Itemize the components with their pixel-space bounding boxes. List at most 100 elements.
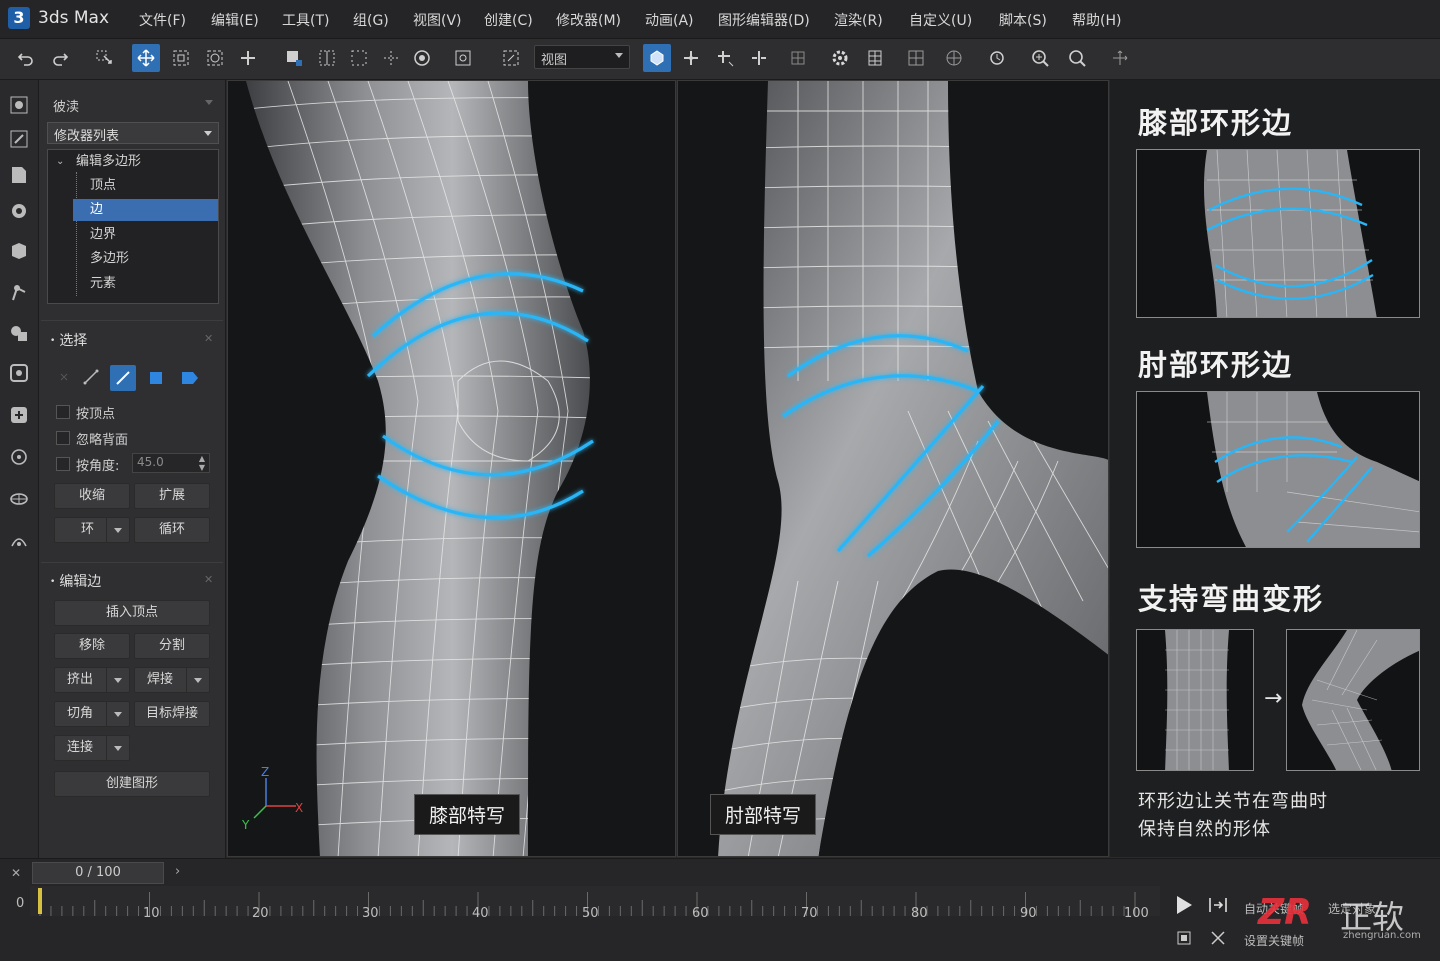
menu-group[interactable]: 组(G) bbox=[353, 10, 389, 30]
stack-item-polygon[interactable]: 多边形 bbox=[48, 248, 218, 270]
menu-edit[interactable]: 编辑(E) bbox=[211, 10, 259, 30]
bridge-button[interactable]: 连接 bbox=[54, 735, 130, 761]
grow-button[interactable]: 扩展 bbox=[134, 483, 210, 509]
chevron-down-icon[interactable] bbox=[106, 518, 129, 542]
chamfer-button[interactable]: 切角 bbox=[54, 701, 130, 727]
play-icon[interactable] bbox=[1174, 894, 1194, 916]
menu-rendering[interactable]: 渲染(R) bbox=[834, 10, 883, 30]
menu-scripting[interactable]: 脚本(S) bbox=[999, 10, 1047, 30]
menu-tools[interactable]: 工具(T) bbox=[282, 10, 329, 30]
object-name-field[interactable]: 彼渎 bbox=[45, 94, 219, 116]
space-warps-icon[interactable] bbox=[8, 488, 30, 510]
edge-mode-active-button[interactable] bbox=[110, 365, 136, 391]
insert-vertex-button[interactable]: 插入顶点 bbox=[54, 600, 210, 626]
stack-item-edge[interactable]: 边 bbox=[73, 199, 218, 221]
target-weld-button[interactable]: 目标焊接 bbox=[134, 701, 210, 727]
render-setup-icon[interactable] bbox=[983, 44, 1011, 72]
extrude-button[interactable]: 挤出 bbox=[54, 667, 130, 693]
spinner-arrows-icon[interactable]: ▲ ▼ bbox=[199, 454, 205, 472]
align-icon[interactable] bbox=[345, 44, 373, 72]
hierarchy-panel-icon[interactable] bbox=[8, 164, 30, 186]
go-to-end-icon[interactable] bbox=[1208, 896, 1228, 914]
select-region-icon[interactable] bbox=[167, 44, 195, 72]
key-mode-icon[interactable] bbox=[1210, 930, 1226, 946]
key-filter-icon[interactable] bbox=[1176, 930, 1192, 946]
select-scale-icon[interactable] bbox=[234, 44, 262, 72]
chevron-down-icon[interactable] bbox=[106, 736, 129, 760]
time-slider[interactable]: 0 / 100 bbox=[32, 862, 164, 884]
angle-snap-icon[interactable] bbox=[408, 44, 436, 72]
menu-help[interactable]: 帮助(H) bbox=[1072, 10, 1121, 30]
ring-button[interactable]: 环 bbox=[54, 517, 130, 543]
named-selection-icon[interactable] bbox=[280, 44, 308, 72]
menu-graph-editors[interactable]: 图形编辑器(D) bbox=[718, 10, 810, 30]
pivot-center-icon[interactable] bbox=[643, 44, 671, 72]
element-mode-icon[interactable] bbox=[180, 370, 200, 386]
stack-item-border[interactable]: 边界 bbox=[48, 224, 218, 246]
material-editor-icon[interactable] bbox=[940, 44, 968, 72]
layer-manager-icon[interactable] bbox=[861, 44, 889, 72]
shrink-button[interactable]: 收缩 bbox=[54, 483, 130, 509]
lights-icon[interactable] bbox=[8, 362, 30, 384]
menu-animation[interactable]: 动画(A) bbox=[645, 10, 694, 30]
menu-customize[interactable]: 自定义(U) bbox=[909, 10, 972, 30]
edge-mode-icon[interactable] bbox=[82, 368, 100, 386]
close-icon[interactable]: ✕ bbox=[204, 573, 213, 586]
close-icon[interactable]: ✕ bbox=[204, 332, 213, 345]
by-vertex-checkbox[interactable] bbox=[56, 405, 70, 419]
chevron-down-icon[interactable] bbox=[106, 668, 129, 692]
stack-item-element[interactable]: 元素 bbox=[48, 273, 218, 295]
menu-modifiers[interactable]: 修改器(M) bbox=[556, 10, 621, 30]
menu-file[interactable]: 文件(F) bbox=[139, 10, 186, 30]
create-panel-icon[interactable] bbox=[8, 94, 30, 116]
loop-button[interactable]: 循环 bbox=[134, 517, 210, 543]
chevron-right-icon[interactable]: › bbox=[175, 864, 180, 879]
viewport-knee[interactable]: 膝部特写 Z X Y bbox=[227, 80, 676, 857]
redo-icon[interactable] bbox=[46, 44, 74, 72]
modify-panel-icon[interactable] bbox=[8, 128, 30, 150]
stack-item-vertex[interactable]: 顶点 bbox=[48, 175, 218, 197]
vertex-mode-icon[interactable] bbox=[56, 369, 72, 385]
shapes-icon[interactable] bbox=[8, 322, 30, 344]
set-key-button[interactable]: 设置关键帧 bbox=[1244, 932, 1304, 949]
utilities-panel-icon[interactable] bbox=[8, 282, 30, 304]
systems-icon[interactable] bbox=[8, 530, 30, 552]
ignore-backfacing-checkbox[interactable] bbox=[56, 431, 70, 445]
split-button[interactable]: 分割 bbox=[134, 633, 210, 659]
helpers-icon[interactable] bbox=[8, 446, 30, 468]
chevron-down-icon[interactable] bbox=[106, 702, 129, 726]
array-icon[interactable] bbox=[784, 44, 812, 72]
cameras-icon[interactable] bbox=[8, 404, 30, 426]
select-link-icon[interactable] bbox=[90, 44, 118, 72]
transform-axis-icon[interactable] bbox=[711, 44, 739, 72]
create-shape-button[interactable]: 创建图形 bbox=[54, 771, 210, 797]
schematic-view-icon[interactable] bbox=[902, 44, 930, 72]
move-axis-icon[interactable] bbox=[677, 44, 705, 72]
selection-rollout-title[interactable]: 选择 bbox=[50, 330, 87, 350]
undo-icon[interactable] bbox=[12, 44, 40, 72]
remove-button[interactable]: 移除 bbox=[54, 633, 130, 659]
spinner-snap-icon[interactable] bbox=[497, 44, 525, 72]
reference-coordinate-dropdown[interactable]: 视图 bbox=[534, 45, 630, 69]
menu-create[interactable]: 创建(C) bbox=[484, 10, 533, 30]
angle-spinner[interactable]: 45.0 ▲ ▼ bbox=[132, 453, 210, 473]
chevron-down-icon[interactable] bbox=[186, 668, 209, 692]
weld-button[interactable]: 焊接 bbox=[134, 667, 210, 693]
app-logo[interactable]: 3 bbox=[8, 7, 30, 29]
zoom-extents-icon[interactable] bbox=[1063, 44, 1091, 72]
close-icon[interactable]: ✕ bbox=[11, 866, 21, 880]
menu-view[interactable]: 视图(V) bbox=[413, 10, 462, 30]
stack-item-edit-poly[interactable]: ⌄ 编辑多边形 bbox=[48, 151, 218, 173]
mirror-icon[interactable] bbox=[313, 44, 341, 72]
edit-edges-rollout-title[interactable]: 编辑边 bbox=[50, 571, 101, 591]
zoom-icon[interactable] bbox=[1026, 44, 1054, 72]
display-panel-icon[interactable] bbox=[8, 240, 30, 262]
percent-snap-icon[interactable] bbox=[449, 44, 477, 72]
settings-gear-icon[interactable] bbox=[826, 44, 854, 72]
select-move-icon[interactable] bbox=[132, 44, 160, 72]
polygon-mode-icon[interactable] bbox=[148, 370, 164, 386]
pan-view-icon[interactable] bbox=[1106, 44, 1134, 72]
modifier-list-dropdown[interactable]: 修改器列表 bbox=[47, 122, 219, 144]
snap-icon[interactable] bbox=[377, 44, 405, 72]
viewport-elbow[interactable]: 肘部特写 bbox=[677, 80, 1109, 857]
